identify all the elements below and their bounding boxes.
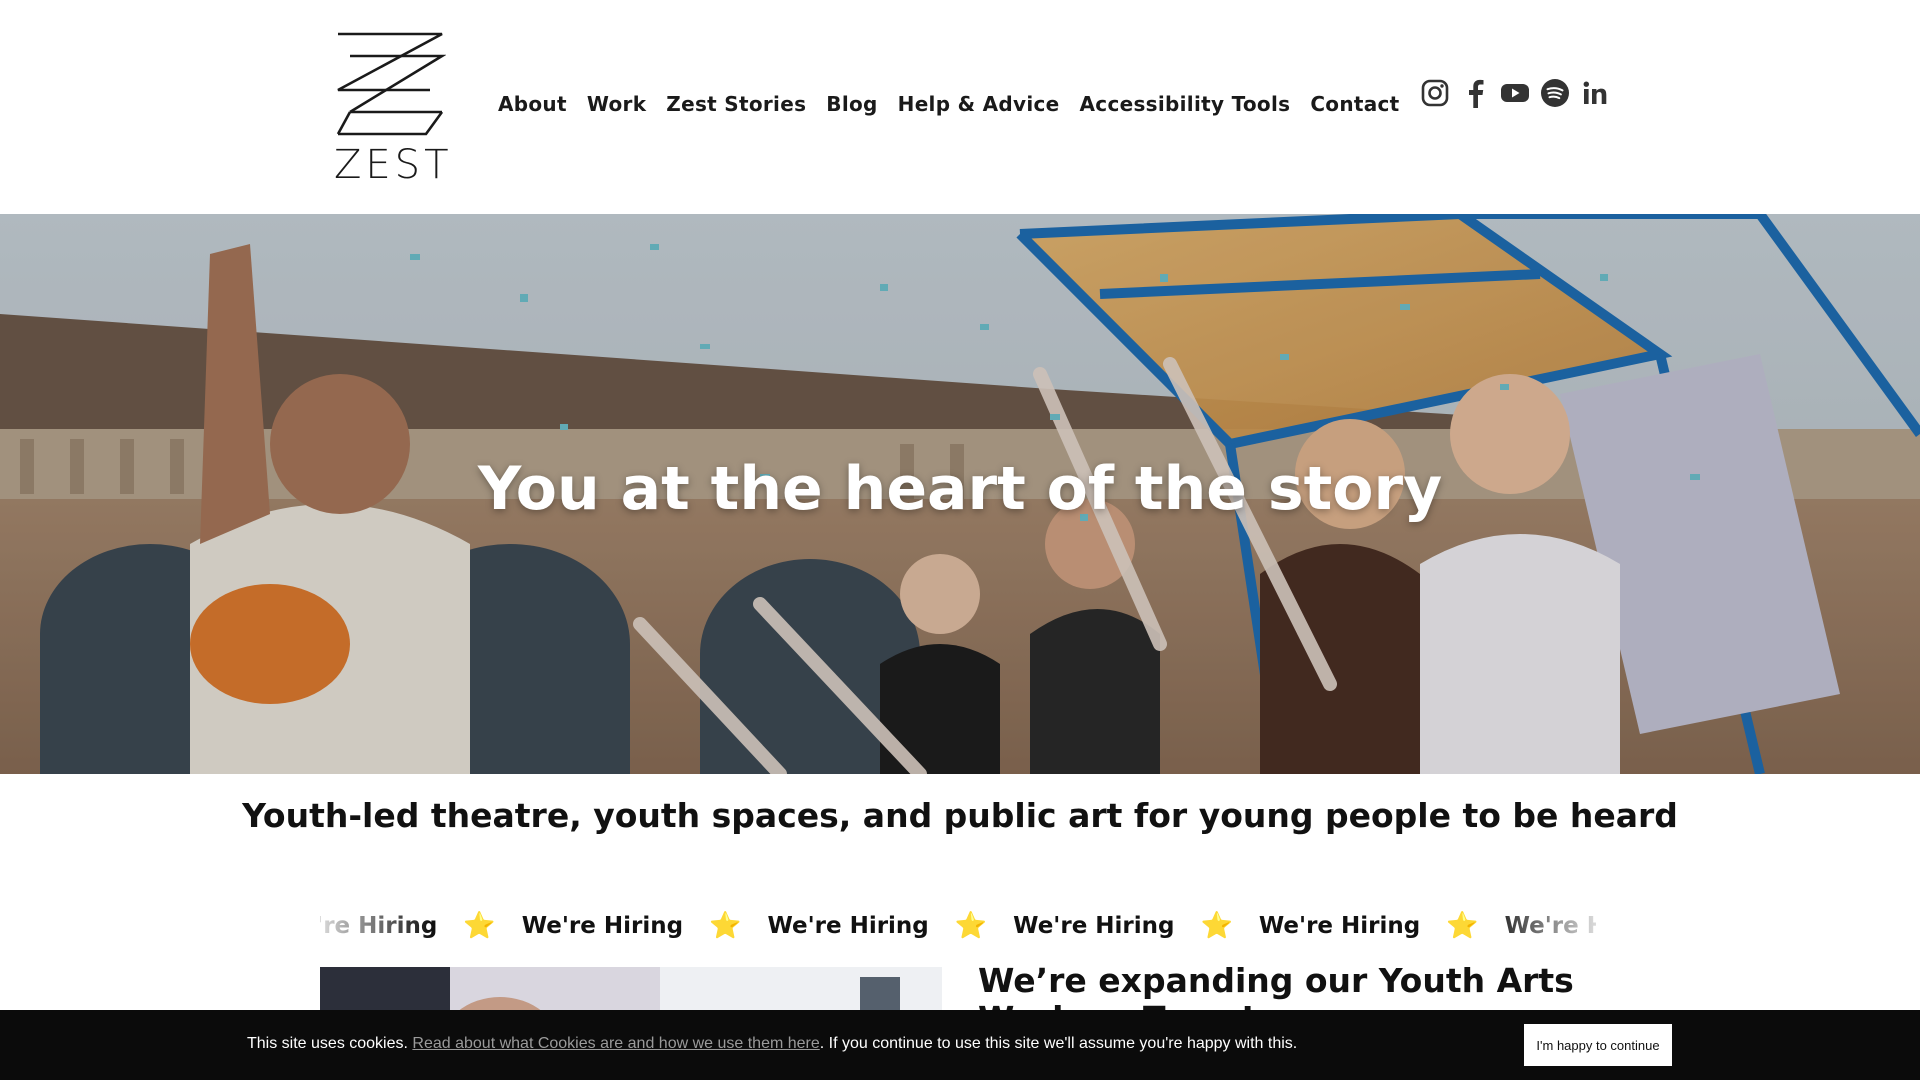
cookie-banner: This site uses cookies. Read about what …: [0, 1010, 1920, 1080]
star-icon: ⭐: [463, 911, 496, 941]
nav-work[interactable]: Work: [587, 92, 646, 116]
nav-zest-stories[interactable]: Zest Stories: [666, 92, 806, 116]
cookie-policy-link[interactable]: Read about what Cookies are and how we u…: [412, 1035, 819, 1052]
star-icon: ⭐: [1200, 911, 1233, 941]
hero-banner: You at the heart of the story: [0, 214, 1920, 774]
marquee-item: We're Hiring: [1258, 913, 1421, 939]
marquee-fade-left: [320, 906, 430, 946]
marquee-item: We're Hiring: [1013, 913, 1175, 939]
nav-about[interactable]: About: [498, 92, 567, 116]
main-nav: About Work Zest Stories Blog Help & Advi…: [498, 92, 1420, 116]
accept-cookies-button[interactable]: I'm happy to continue: [1524, 1024, 1672, 1066]
linkedin-icon[interactable]: [1580, 76, 1610, 110]
star-icon: ⭐: [954, 911, 988, 941]
cookie-text-after: . If you continue to use this site we'll…: [819, 1035, 1298, 1052]
social-links: [1420, 76, 1610, 110]
spotify-icon[interactable]: [1540, 76, 1570, 110]
cookie-text-before: This site uses cookies.: [247, 1035, 413, 1052]
nav-contact[interactable]: Contact: [1310, 92, 1399, 116]
site-header: ZEST About Work Zest Stories Blog Help &…: [0, 0, 1920, 214]
tagline: Youth-led theatre, youth spaces, and pub…: [242, 796, 1678, 835]
star-icon: ⭐: [1446, 911, 1479, 941]
facebook-icon[interactable]: [1460, 76, 1490, 110]
marquee-item: We're Hiring: [767, 913, 929, 939]
zest-logo-mark: [336, 32, 446, 136]
nav-help-advice[interactable]: Help & Advice: [898, 92, 1060, 116]
nav-blog[interactable]: Blog: [826, 92, 877, 116]
marquee-track: We're Hiring ⭐ We're Hiring ⭐ We're Hiri…: [320, 906, 1596, 946]
nav-accessibility-tools[interactable]: Accessibility Tools: [1080, 92, 1291, 116]
marquee-item: We're Hiring: [521, 913, 684, 939]
zest-logo[interactable]: ZEST: [334, 30, 449, 188]
youtube-icon[interactable]: [1500, 76, 1530, 110]
hiring-marquee[interactable]: We're Hiring ⭐ We're Hiring ⭐ We're Hiri…: [320, 906, 1596, 946]
instagram-icon[interactable]: [1420, 76, 1450, 110]
logo-wordmark: ZEST: [334, 142, 453, 188]
marquee-fade-right: [1486, 906, 1596, 946]
cookie-message: This site uses cookies. Read about what …: [247, 1035, 1297, 1053]
star-icon: ⭐: [709, 911, 742, 941]
hero-title: You at the heart of the story: [477, 454, 1443, 524]
